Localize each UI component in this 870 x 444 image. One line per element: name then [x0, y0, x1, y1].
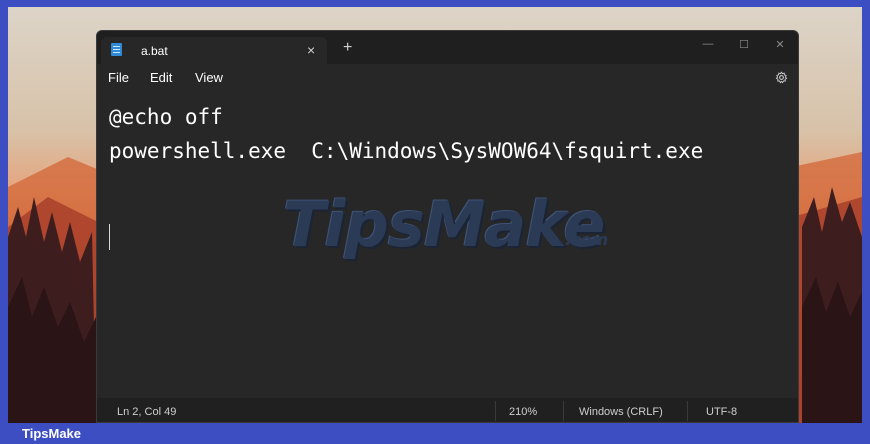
text-editor[interactable]: TipsMake .com @echo off powershell.exe C… [97, 92, 798, 398]
encoding[interactable]: UTF-8 [706, 406, 737, 418]
status-divider [495, 401, 496, 421]
footer-brand: TipsMake [22, 426, 82, 441]
close-tab-icon[interactable]: × [307, 42, 315, 58]
watermark-suffix: .com [565, 230, 609, 249]
tipsmake-watermark: TipsMake [283, 188, 605, 261]
cursor-position: Ln 2, Col 49 [117, 406, 177, 418]
new-tab-button[interactable]: + [343, 39, 352, 57]
maximize-button[interactable]: ☐ [726, 31, 762, 57]
menu-bar: File Edit View [97, 64, 798, 92]
close-window-button[interactable]: ✕ [762, 31, 798, 57]
title-bar: a.bat × + — ☐ ✕ [97, 31, 798, 64]
status-divider [563, 401, 564, 421]
menu-view[interactable]: View [195, 70, 223, 85]
editor-line-1: @echo off [109, 105, 223, 129]
menu-edit[interactable]: Edit [150, 70, 172, 85]
tab-a-bat[interactable]: a.bat × [101, 37, 327, 64]
text-caret [109, 224, 110, 250]
zoom-level[interactable]: 210% [509, 406, 537, 418]
window-controls: — ☐ ✕ [690, 31, 798, 57]
status-divider [687, 401, 688, 421]
gear-icon[interactable] [775, 71, 788, 89]
status-bar: Ln 2, Col 49 210% Windows (CRLF) UTF-8 [97, 398, 798, 422]
minimize-button[interactable]: — [690, 31, 726, 57]
tab-title: a.bat [141, 44, 168, 58]
menu-file[interactable]: File [108, 70, 129, 85]
footer-strip: TipsMake [0, 423, 870, 444]
notepad-window: a.bat × + — ☐ ✕ File Edit View TipsMake … [96, 30, 799, 423]
line-ending[interactable]: Windows (CRLF) [579, 406, 663, 418]
notepad-file-icon [111, 43, 122, 56]
editor-line-2: powershell.exe C:\Windows\SysWOW64\fsqui… [109, 139, 704, 163]
